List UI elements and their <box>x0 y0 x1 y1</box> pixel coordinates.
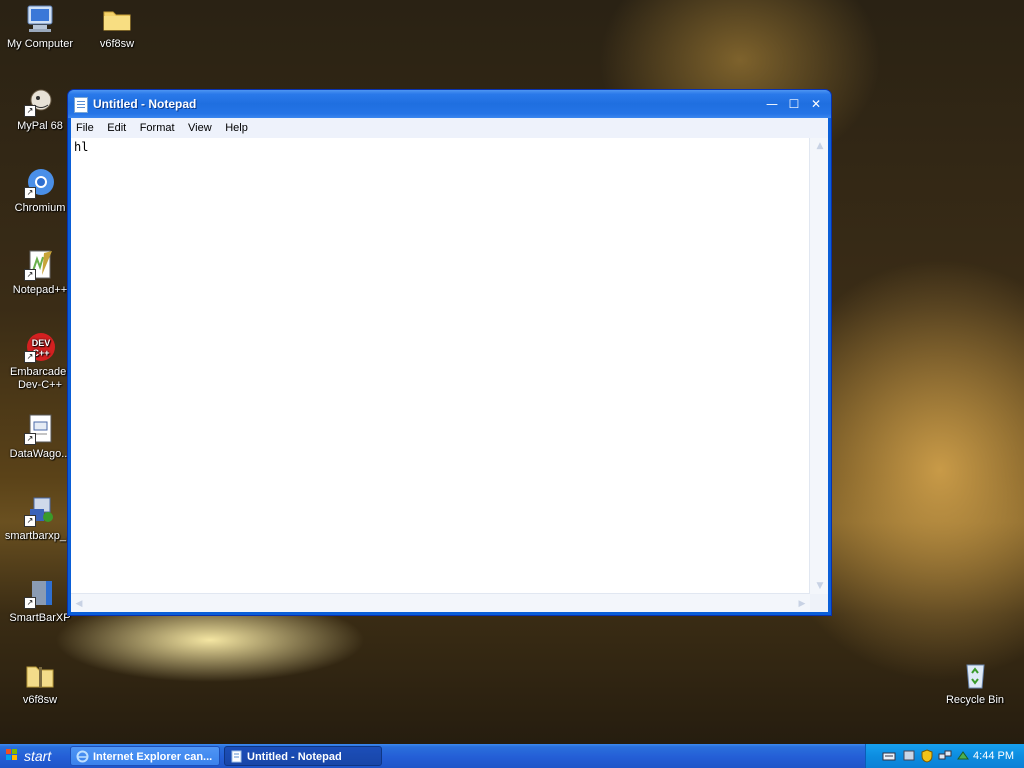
shortcut-arrow-icon: ↗ <box>24 187 36 199</box>
svg-text:DEV: DEV <box>32 338 51 348</box>
windows-flag-icon <box>6 749 18 761</box>
vertical-scrollbar[interactable]: ▲ ▼ <box>809 138 828 594</box>
menu-file[interactable]: File <box>71 118 99 138</box>
size-grip[interactable] <box>810 594 828 612</box>
title-bar[interactable]: Untitled - Notepad — ☐ ✕ <box>68 90 831 118</box>
safely-remove-hardware-icon[interactable] <box>956 749 970 763</box>
desktop-icon-label: v6f8sw <box>99 38 135 50</box>
desktop-icon-v6f8sw-zip[interactable]: v6f8sw <box>1 659 79 707</box>
start-label: start <box>24 748 52 764</box>
chromium-icon: ↗ <box>24 167 56 199</box>
shortcut-arrow-icon: ↗ <box>24 351 36 363</box>
internet-explorer-icon <box>76 750 89 763</box>
notepad-icon <box>230 750 243 763</box>
desktop-icon-recycle-bin[interactable]: Recycle Bin <box>936 659 1014 707</box>
zip-folder-icon <box>24 659 56 691</box>
horizontal-scrollbar[interactable]: ◀ ▶ <box>71 593 810 612</box>
menu-view[interactable]: View <box>183 118 217 138</box>
menu-format[interactable]: Format <box>135 118 180 138</box>
start-button[interactable]: start <box>0 744 66 768</box>
scroll-left-icon[interactable]: ◀ <box>71 596 87 612</box>
mypal-icon: ↗ <box>24 85 56 117</box>
editor-area: hl ▲ ▼ ◀ ▶ <box>71 138 828 612</box>
devcpp-icon: DEV C++ ↗ <box>24 331 56 363</box>
system-tray: 4:44 PM <box>865 744 1024 768</box>
installer-icon: ↗ <box>24 495 56 527</box>
shortcut-arrow-icon: ↗ <box>24 515 36 527</box>
desktop-icon-label: v6f8sw <box>22 694 58 706</box>
window-title: Untitled - Notepad <box>93 97 197 111</box>
taskbar: start Internet Explorer can... Untitled … <box>0 744 1024 768</box>
shortcut-arrow-icon: ↗ <box>24 433 36 445</box>
desktop-icon-label: Recycle Bin <box>945 694 1005 706</box>
desktop-icon-v6f8sw-folder[interactable]: v6f8sw <box>78 3 156 51</box>
network-icon[interactable] <box>938 749 952 763</box>
scroll-right-icon[interactable]: ▶ <box>794 596 810 612</box>
shortcut-arrow-icon: ↗ <box>24 105 36 117</box>
notepad-icon <box>74 97 88 113</box>
folder-icon <box>101 3 133 35</box>
close-button[interactable]: ✕ <box>808 96 824 112</box>
maximize-button[interactable]: ☐ <box>786 96 802 112</box>
keyboard-icon[interactable] <box>882 749 896 763</box>
taskbar-item-notepad[interactable]: Untitled - Notepad <box>224 746 382 766</box>
notepadpp-icon: ↗ <box>24 249 56 281</box>
security-shield-icon[interactable] <box>920 749 934 763</box>
desktop-icon-my-computer[interactable]: My Computer <box>1 3 79 51</box>
minimize-button[interactable]: — <box>764 96 780 112</box>
shortcut-arrow-icon: ↗ <box>24 597 36 609</box>
recycle-bin-icon <box>959 659 991 691</box>
smartbar-icon: ↗ <box>24 577 56 609</box>
task-label: Internet Explorer can... <box>93 751 213 763</box>
scroll-down-icon[interactable]: ▼ <box>812 578 828 594</box>
desktop-icon-label: My Computer <box>6 38 74 50</box>
document-icon: ↗ <box>24 413 56 445</box>
menu-bar: File Edit Format View Help <box>71 118 828 138</box>
text-editor[interactable]: hl <box>71 138 810 594</box>
computer-icon <box>24 3 56 35</box>
display-icon[interactable] <box>902 749 916 763</box>
shortcut-arrow-icon: ↗ <box>24 269 36 281</box>
menu-help[interactable]: Help <box>220 118 253 138</box>
clock[interactable]: 4:44 PM <box>973 744 1014 768</box>
taskbar-item-internet-explorer[interactable]: Internet Explorer can... <box>70 746 220 766</box>
task-label: Untitled - Notepad <box>247 751 342 763</box>
menu-edit[interactable]: Edit <box>102 118 131 138</box>
notepad-window[interactable]: Untitled - Notepad — ☐ ✕ File Edit Forma… <box>67 89 832 616</box>
scroll-up-icon[interactable]: ▲ <box>812 138 828 154</box>
